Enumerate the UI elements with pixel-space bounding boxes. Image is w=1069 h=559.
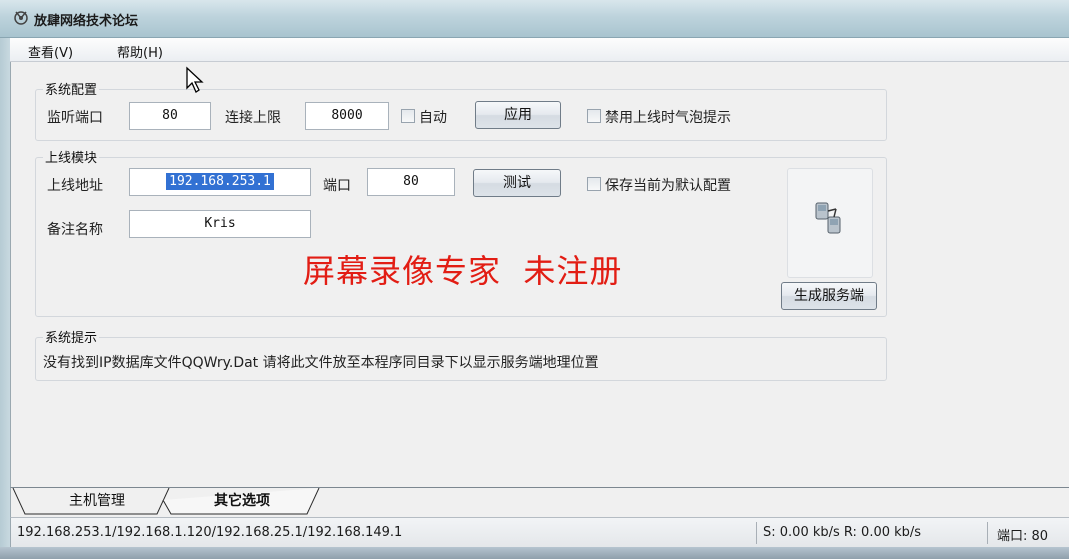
disable-bubble-checkbox[interactable]	[587, 109, 601, 123]
status-divider	[756, 522, 757, 544]
online-address-input[interactable]: 192.168.253.1	[129, 168, 311, 196]
auto-label: 自动	[419, 110, 447, 126]
computers-network-icon	[815, 202, 841, 234]
online-address-selected-text: 192.168.253.1	[166, 173, 274, 190]
listen-port-label: 监听端口	[47, 110, 103, 126]
online-port-label: 端口	[323, 178, 351, 194]
status-bar: 192.168.253.1/192.168.1.120/192.168.25.1…	[10, 517, 1069, 547]
save-default-label: 保存当前为默认配置	[605, 178, 731, 194]
menu-view[interactable]: 查看(V)	[28, 42, 73, 61]
status-speed: S: 0.00 kb/s R: 0.00 kb/s	[763, 525, 922, 540]
save-default-checkbox[interactable]	[587, 177, 601, 191]
status-ip-list: 192.168.253.1/192.168.1.120/192.168.25.1…	[17, 525, 403, 540]
system-hint-message: 没有找到IP数据库文件QQWry.Dat 请将此文件放至本程序同目录下以显示服务…	[43, 355, 599, 371]
status-divider	[987, 522, 988, 544]
client-area: 系统配置 监听端口 80 连接上限 8000 自动 应用 禁用上线时气泡提示 上…	[10, 62, 1069, 487]
app-icon	[14, 11, 28, 25]
status-port: 端口: 80	[997, 529, 1049, 544]
tab-strip: 主机管理 其它选项	[10, 487, 1069, 517]
system-hint-title: 系统提示	[43, 327, 100, 346]
auto-checkbox[interactable]	[401, 109, 415, 123]
mouse-cursor-icon	[186, 66, 204, 93]
taskbar-strip	[0, 547, 1069, 559]
tab-other-options[interactable]: 其它选项	[181, 488, 303, 516]
window-title: 放肆网络技术论坛	[34, 14, 139, 29]
connect-limit-input[interactable]: 8000	[305, 102, 389, 130]
unregistered-watermark: 屏幕录像专家 未注册	[303, 252, 623, 290]
menu-bar: 查看(V) 帮助(H)	[10, 38, 1069, 62]
system-config-title: 系统配置	[43, 79, 100, 98]
listen-port-input[interactable]: 80	[129, 102, 211, 130]
remark-name-input[interactable]: Kris	[129, 210, 311, 238]
online-address-label: 上线地址	[47, 178, 103, 194]
generate-server-button[interactable]: 生成服务端	[781, 282, 877, 310]
online-port-input[interactable]: 80	[367, 168, 455, 196]
title-bar[interactable]: 放肆网络技术论坛	[0, 0, 1069, 38]
apply-button[interactable]: 应用	[475, 101, 561, 129]
test-button[interactable]: 测试	[473, 169, 561, 197]
window-frame-left	[0, 38, 10, 547]
connect-limit-label: 连接上限	[225, 110, 281, 126]
menu-help[interactable]: 帮助(H)	[117, 42, 163, 61]
disable-bubble-label: 禁用上线时气泡提示	[605, 110, 731, 126]
remark-name-label: 备注名称	[47, 222, 103, 238]
server-icon-panel	[787, 168, 873, 278]
tab-host-management[interactable]: 主机管理	[37, 488, 157, 516]
online-module-title: 上线模块	[43, 147, 100, 166]
